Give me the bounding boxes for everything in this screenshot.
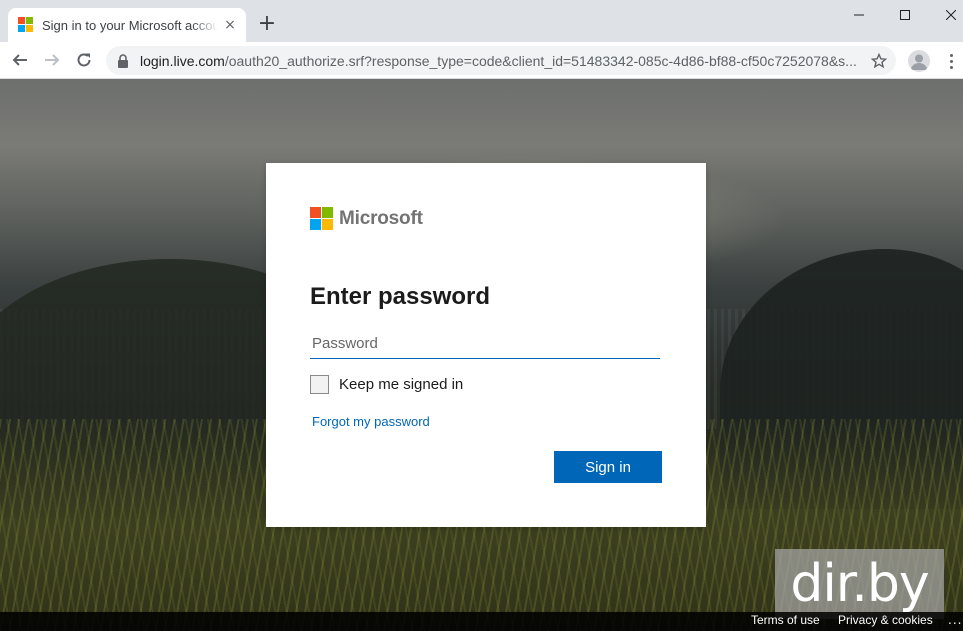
password-input[interactable]: [310, 329, 660, 359]
footer-more-icon[interactable]: ...: [948, 614, 962, 626]
back-arrow-icon: [12, 54, 27, 66]
back-button[interactable]: [6, 46, 34, 74]
privacy-cookies-link[interactable]: Privacy & cookies: [838, 613, 933, 627]
page-footer: Terms of use Privacy & cookies ...: [0, 612, 963, 631]
reload-icon: [77, 53, 91, 67]
signin-card: Microsoft Enter password Keep me signed …: [266, 163, 706, 527]
kebab-menu-icon[interactable]: [944, 50, 958, 72]
keep-signed-in-label[interactable]: Keep me signed in: [339, 376, 463, 393]
url-path: /oauth20_authorize.srf?response_type=cod…: [224, 52, 857, 69]
browser-toolbar: login.live.com/oauth20_authorize.srf?res…: [0, 42, 963, 79]
minimize-button[interactable]: [836, 0, 882, 30]
page-title: Enter password: [310, 283, 491, 310]
star-icon[interactable]: [870, 52, 888, 70]
minimize-icon: [854, 14, 864, 16]
forward-arrow-icon: [45, 54, 60, 66]
url-text[interactable]: login.live.com/oauth20_authorize.srf?res…: [140, 53, 860, 69]
lock-icon[interactable]: [116, 53, 130, 68]
terms-of-use-link[interactable]: Terms of use: [751, 613, 820, 627]
tab-strip: Sign in to your Microsoft account × +: [0, 0, 963, 42]
microsoft-wordmark: Microsoft: [339, 207, 423, 229]
sign-in-button[interactable]: Sign in: [554, 451, 662, 483]
browser-tab[interactable]: Sign in to your Microsoft account ×: [8, 8, 246, 42]
microsoft-logo: Microsoft: [310, 207, 423, 230]
url-host: login.live.com: [140, 52, 225, 69]
tab-title: Sign in to your Microsoft account: [42, 17, 218, 33]
address-bar[interactable]: login.live.com/oauth20_authorize.srf?res…: [106, 46, 896, 75]
close-window-icon: [946, 10, 956, 20]
microsoft-logo-icon: [310, 207, 333, 230]
avatar-icon[interactable]: [908, 50, 930, 72]
forward-button[interactable]: [38, 46, 66, 74]
microsoft-favicon: [18, 17, 34, 33]
reload-button[interactable]: [70, 46, 98, 74]
maximize-icon: [900, 10, 910, 20]
keep-signed-in-checkbox[interactable]: [310, 375, 329, 394]
forgot-password-link[interactable]: Forgot my password: [312, 414, 430, 429]
new-tab-button[interactable]: +: [256, 13, 278, 35]
dirby-watermark: dir.by: [775, 549, 944, 619]
tab-close-button[interactable]: ×: [222, 17, 238, 33]
keep-signed-in-row[interactable]: Keep me signed in: [310, 375, 463, 394]
close-window-button[interactable]: [928, 0, 963, 30]
maximize-button[interactable]: [882, 0, 928, 30]
